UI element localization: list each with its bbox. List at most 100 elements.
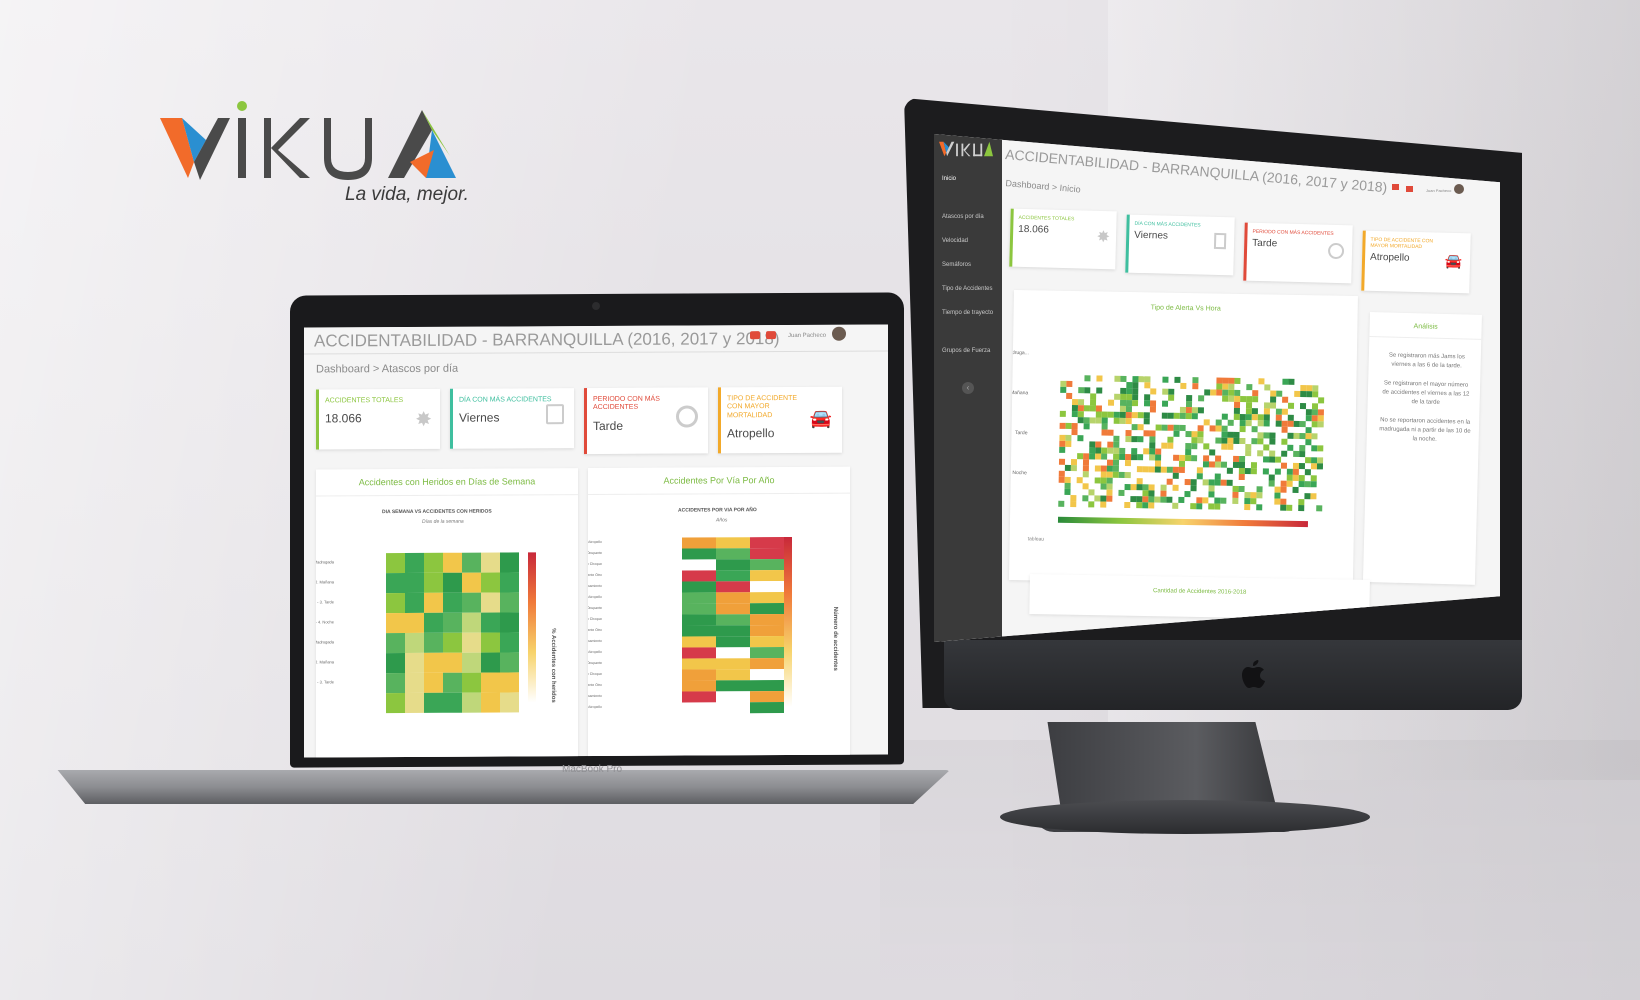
heatmap-cell	[750, 581, 784, 593]
heatmap-cell	[443, 632, 462, 653]
heatmap-cell	[716, 625, 750, 637]
sidebar-item-semaforos[interactable]: Semáforos	[942, 262, 971, 268]
message-icon[interactable]	[1406, 186, 1413, 192]
heatmap-cell	[750, 592, 784, 604]
heatmap-cell	[1148, 502, 1155, 509]
laptop-screen: ACCIDENTABILIDAD - BARRANQUILLA (2016, 2…	[304, 324, 888, 758]
heatmap-cell	[481, 632, 500, 653]
vikua-logo-icon	[939, 141, 993, 157]
heatmap-cell	[1172, 502, 1179, 509]
heatmap-cell	[1227, 419, 1234, 426]
laptop-base	[57, 770, 950, 804]
sidebar-item-tiempo[interactable]: Tiempo de trayecto	[942, 310, 993, 316]
heatmap-row-label: Noche	[1012, 469, 1027, 477]
heatmap-row-label: Tarde	[1014, 430, 1028, 437]
heatmap-cell	[682, 570, 716, 582]
sidebar-item-atascos[interactable]: Atascos por día	[942, 214, 984, 220]
heatmap-cell	[1256, 504, 1263, 511]
sidebar-item-velocidad[interactable]: Velocidad	[942, 238, 968, 244]
kpi-card-day: DÍA CON MÁS ACCIDENTES Viernes	[450, 388, 574, 449]
heatmap-cell	[1191, 443, 1198, 450]
message-icon[interactable]	[766, 331, 776, 340]
heatmap-cell	[716, 603, 750, 615]
chart-subtitle: Días de la semana	[422, 518, 464, 525]
heatmap-cell	[500, 572, 519, 593]
brand-tagline: La vida, mejor.	[345, 184, 469, 205]
heatmap-cell	[716, 537, 750, 549]
heatmap-cell	[500, 552, 519, 573]
heatmap-cell	[1287, 402, 1295, 409]
heatmap-row-label: Madruga...	[1008, 349, 1029, 357]
kpi-label: TIPO DE ACCIDENTE CON MAYOR MORTALIDAD	[727, 394, 798, 420]
heatmap-cell	[462, 612, 481, 633]
notification-icon[interactable]	[750, 331, 760, 340]
heatmap-row-label: Vía 45 - Accidente Atropello	[588, 704, 602, 710]
kpi-card-period: PERIODO CON MÁS ACCIDENTES Tarde	[1243, 222, 1353, 284]
heatmap-cell	[716, 691, 750, 703]
user-name[interactable]: Juan Pacheco	[1426, 188, 1451, 193]
heatmap-cell	[1227, 443, 1234, 450]
heatmap-cell	[386, 593, 405, 614]
heatmap-cell	[462, 572, 481, 593]
heatmap-cell	[405, 552, 424, 574]
heatmap-cell	[1065, 440, 1072, 448]
sidebar-item-inicio[interactable]: Inicio	[942, 176, 956, 182]
calendar-icon	[546, 404, 564, 425]
heatmap-cell	[1173, 430, 1180, 437]
heatmap-cell	[1269, 438, 1276, 445]
heatmap-cell	[386, 573, 405, 594]
heatmap-cell	[481, 612, 500, 633]
heatmap-cell	[386, 693, 405, 714]
sidebar-item-grupos[interactable]: Grupos de Fuerza	[942, 348, 990, 354]
user-name[interactable]: Juan Pacheco	[788, 333, 826, 339]
heatmap-cell	[1214, 503, 1221, 510]
sidebar: Inicio Atascos por día Velocidad Semáfor…	[934, 134, 1002, 642]
avatar[interactable]	[1454, 184, 1464, 194]
heatmap-cell	[1083, 423, 1090, 430]
brand-logo: La vida, mejor.	[160, 100, 480, 210]
laptop-dashboard: ACCIDENTABILIDAD - BARRANQUILLA (2016, 2…	[304, 324, 888, 758]
heatmap-cell	[443, 612, 462, 633]
heatmap-cell	[1167, 442, 1174, 449]
heatmap-row-label: Vía 30 - Accidente Atropello	[588, 594, 602, 600]
heatmap-cell	[682, 691, 716, 703]
heatmap-row-label: Vía 40 - Accidente Choque	[588, 671, 602, 677]
heatmap-cell	[682, 680, 716, 692]
heatmap-cell	[1298, 504, 1305, 512]
heatmap-row-label: 2016 - 1. Madrugada	[316, 559, 334, 565]
panel-alert-vs-hour: Tipo de Alerta Vs Hora Madruga... Mañana T…	[1008, 290, 1358, 586]
heatmap-cell	[682, 625, 716, 637]
heatmap-cell	[443, 672, 462, 693]
heatmap-row-label: Vía 110 - Accidente Caída Ocupante	[588, 550, 602, 556]
heatmap-cell	[1252, 396, 1259, 403]
heatmap-cell	[1172, 472, 1179, 479]
heatmap-row-label: Vía 30 - Accidente Caída Ocupante	[588, 605, 602, 611]
heatmap-cell	[443, 552, 462, 573]
monitor-screen: Inicio Atascos por día Velocidad Semáfor…	[934, 134, 1500, 642]
heatmap-cell	[682, 537, 716, 549]
heatmap-cell	[1250, 468, 1257, 475]
heatmap-cell	[750, 680, 784, 692]
heatmap-cell	[1162, 376, 1169, 383]
notification-icon[interactable]	[1392, 184, 1399, 190]
heatmap-cell	[1059, 410, 1066, 417]
heatmap-cell	[1084, 375, 1091, 382]
avatar[interactable]	[832, 326, 846, 341]
heatmap-row-label: Vía 40 - Accidente Volcamiento	[588, 693, 602, 699]
heatmap-cell	[1149, 406, 1156, 413]
heatmap-cell	[1168, 394, 1175, 401]
heatmap-row-label: Vía 40 - Accidente Atropello	[588, 649, 602, 655]
heatmap-cell	[443, 572, 462, 593]
heatmap-cell	[1197, 407, 1204, 414]
heatmap-cell	[424, 692, 443, 713]
collapse-sidebar-icon[interactable]: ‹	[962, 382, 974, 394]
heatmap-cell	[1131, 400, 1139, 407]
heatmap-cell	[750, 537, 784, 549]
heatmap-cell	[1178, 496, 1185, 504]
heatmap-cell	[424, 612, 443, 633]
heatmap-row-label: 2016 - 2. Mañana	[316, 579, 334, 585]
heatmap-cell	[1311, 433, 1318, 440]
sidebar-item-tipo[interactable]: Tipo de Accidentes	[942, 286, 992, 292]
heatmap-cell	[462, 652, 481, 673]
heatmap-cell	[405, 572, 424, 594]
